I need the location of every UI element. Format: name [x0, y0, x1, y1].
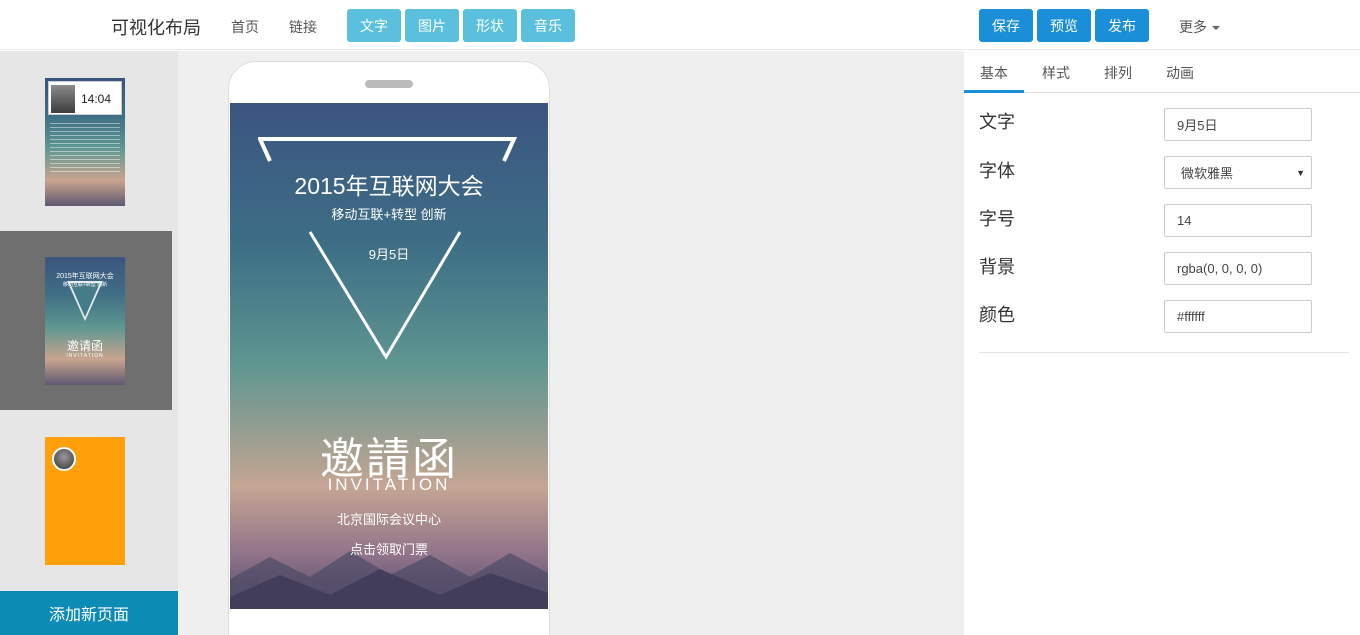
nav-home-link[interactable]: 首页	[231, 17, 259, 37]
save-button[interactable]: 保存	[979, 9, 1033, 42]
page-thumbnail-1[interactable]: 14:04	[45, 78, 125, 206]
add-text-button[interactable]: 文字	[347, 9, 401, 42]
text-field-input[interactable]: 9月5日	[1164, 108, 1312, 141]
page-list-sidebar: 14:04 2015年互联网大会 移动互联+转型 创新 邀请函 INVITATI…	[0, 51, 178, 635]
page-thumbnail-2[interactable]: 2015年互联网大会 移动互联+转型 创新 邀请函 INVITATION	[45, 257, 125, 385]
thumbnail-title: 2015年互联网大会	[56, 273, 114, 280]
tab-animation[interactable]: 动画	[1166, 63, 1194, 83]
size-field-input[interactable]: 14	[1164, 204, 1312, 237]
app-brand[interactable]: 可视化布局	[111, 14, 201, 40]
tab-arrange[interactable]: 排列	[1104, 63, 1132, 83]
size-field-label: 字号	[979, 209, 1015, 229]
color-field-label: 颜色	[979, 305, 1015, 325]
slide-date-text[interactable]: 9月5日	[230, 244, 548, 263]
property-tabs: 基本 样式 排列 动画	[964, 51, 1360, 93]
add-image-button[interactable]: 图片	[405, 9, 459, 42]
more-label: 更多	[1179, 19, 1207, 35]
thumbnail-image	[51, 85, 75, 113]
tab-basic[interactable]: 基本	[980, 63, 1008, 83]
editor-canvas: 2015年互联网大会 移动互联+转型 创新 9月5日 邀請函 INVITATIO…	[178, 51, 964, 635]
thumbnail-subtitle: 移动互联+转型 创新	[62, 282, 108, 288]
slide-venue[interactable]: 北京国际会议中心	[230, 509, 548, 528]
add-music-button[interactable]: 音乐	[521, 9, 575, 42]
preview-button[interactable]: 预览	[1037, 9, 1091, 42]
page-thumbnail-3[interactable]	[45, 437, 125, 565]
nav-link-link[interactable]: 链接	[289, 17, 317, 37]
caret-down-icon	[1212, 26, 1220, 31]
add-page-button[interactable]: 添加新页面	[0, 591, 178, 635]
font-select-value: 微软雅黑	[1181, 166, 1234, 181]
text-field-label: 文字	[979, 112, 1015, 132]
top-navbar: 可视化布局 首页 链接 文字 图片 形状 音乐 保存 预览 发布 更多	[0, 0, 1360, 50]
select-arrow-icon: ▼	[1296, 168, 1305, 178]
font-field-label: 字体	[979, 161, 1015, 181]
font-select[interactable]: 微软雅黑 ▼	[1164, 156, 1312, 189]
publish-button[interactable]: 发布	[1095, 9, 1149, 42]
phone-speaker	[365, 80, 413, 88]
thumbnail-text-lines	[50, 123, 120, 173]
slide-ticket-link[interactable]: 点击领取门票	[230, 539, 548, 558]
more-dropdown[interactable]: 更多	[1179, 17, 1220, 37]
slide-screen[interactable]: 2015年互联网大会 移动互联+转型 创新 9月5日 邀請函 INVITATIO…	[230, 103, 548, 609]
thumbnail-invite: 邀请函	[66, 339, 103, 353]
tab-style[interactable]: 样式	[1042, 63, 1070, 83]
background-field-label: 背景	[979, 257, 1015, 277]
panel-divider	[979, 352, 1349, 353]
background-field-input[interactable]: rgba(0, 0, 0, 0)	[1164, 252, 1312, 285]
slide-subtitle[interactable]: 移动互联+转型 创新	[230, 204, 548, 223]
slide-title[interactable]: 2015年互联网大会	[230, 167, 548, 201]
color-field-input[interactable]: #ffffff	[1164, 300, 1312, 333]
add-shape-button[interactable]: 形状	[463, 9, 517, 42]
thumbnail-card: 14:04	[48, 81, 122, 115]
active-tab-indicator	[964, 90, 1024, 93]
property-panel: 基本 样式 排列 动画 文字 9月5日 字体 微软雅黑 ▼ 字号 14 背景 r…	[964, 51, 1360, 635]
thumbnail-avatar	[52, 447, 76, 471]
thumbnail-time: 14:04	[81, 92, 112, 106]
slide-invitation-en[interactable]: INVITATION	[230, 475, 548, 495]
thumbnail-invite-en: INVITATION	[66, 353, 104, 359]
thumbnail-triangle-inner	[70, 283, 100, 317]
